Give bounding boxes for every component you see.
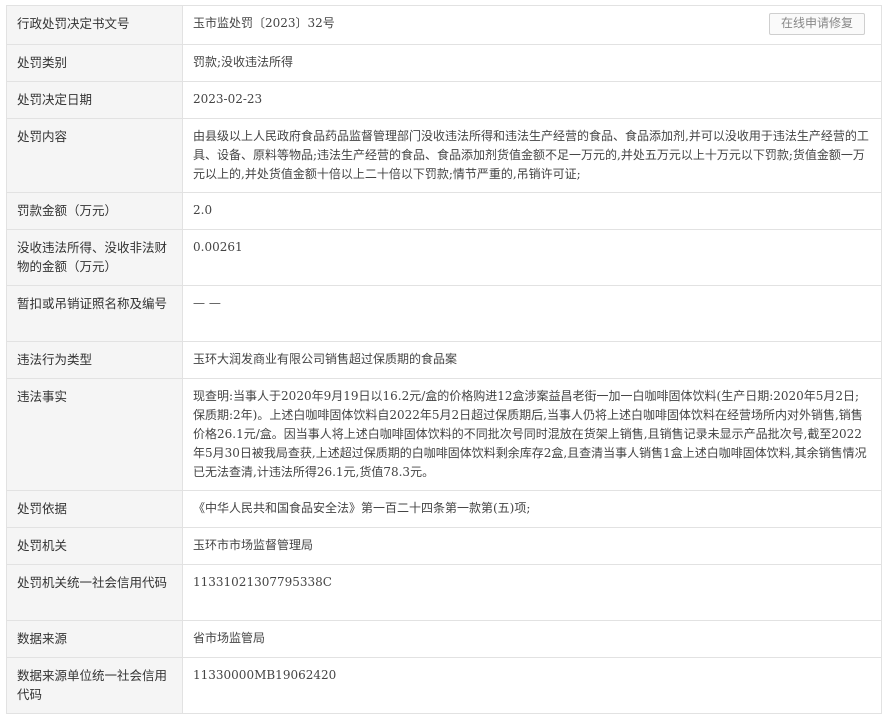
field-label-confiscated-amount: 没收违法所得、没收非法财物的金额（万元） (6, 229, 183, 286)
apply-repair-button[interactable]: 在线申请修复 (768, 13, 865, 35)
table-row: 处罚类别 罚款;没收违法所得 (6, 44, 882, 82)
field-value-data-source: 省市场监管局 (182, 620, 882, 658)
field-value-penalty-content: 由县级以上人民政府食品药品监督管理部门没收违法所得和违法生产经营的食品、食品添加… (182, 118, 882, 193)
table-row: 没收违法所得、没收非法财物的金额（万元） 0.00261 (6, 229, 882, 286)
field-value-license-revoked: — — (182, 285, 882, 342)
field-label-penalty-authority: 处罚机关 (6, 527, 183, 565)
field-label-data-source: 数据来源 (6, 620, 183, 658)
field-label-penalty-type: 处罚类别 (6, 44, 183, 82)
field-value-confiscated-amount: 0.00261 (182, 229, 882, 286)
field-value-decision-number-cell: 玉市监处罚〔2023〕32号 在线申请修复 (182, 5, 882, 45)
table-row: 处罚内容 由县级以上人民政府食品药品监督管理部门没收违法所得和违法生产经营的食品… (6, 118, 882, 193)
table-row: 暂扣或吊销证照名称及编号 — — (6, 285, 882, 342)
table-row: 违法行为类型 玉环大润发商业有限公司销售超过保质期的食品案 (6, 341, 882, 379)
table-row: 行政处罚决定书文号 玉市监处罚〔2023〕32号 在线申请修复 (6, 5, 882, 45)
field-value-penalty-basis: 《中华人民共和国食品安全法》第一百二十四条第一款第(五)项; (182, 490, 882, 528)
table-row: 处罚决定日期 2023-02-23 (6, 81, 882, 119)
field-value-authority-credit-code: 11331021307795338C (182, 564, 882, 621)
field-value-violation-type: 玉环大润发商业有限公司销售超过保质期的食品案 (182, 341, 882, 379)
field-label-violation-type: 违法行为类型 (6, 341, 183, 379)
field-label-license-revoked: 暂扣或吊销证照名称及编号 (6, 285, 183, 342)
table-row: 违法事实 现查明:当事人于2020年9月19日以16.2元/盒的价格购进12盒涉… (6, 378, 882, 491)
table-row: 处罚机关统一社会信用代码 11331021307795338C (6, 564, 882, 621)
field-value-source-credit-code: 11330000MB19062420 (182, 657, 882, 714)
field-label-decision-number: 行政处罚决定书文号 (6, 5, 183, 45)
field-value-decision-number: 玉市监处罚〔2023〕32号 (193, 16, 335, 30)
record-page: 信用中国 信用中国 信用中国 信用中国 信用中国 行政处罚决定书文号 玉市监处罚… (0, 0, 887, 714)
table-row: 数据来源 省市场监管局 (6, 620, 882, 658)
field-label-authority-credit-code: 处罚机关统一社会信用代码 (6, 564, 183, 621)
field-value-decision-date: 2023-02-23 (182, 81, 882, 119)
field-label-fine-amount: 罚款金额（万元） (6, 192, 183, 230)
field-label-decision-date: 处罚决定日期 (6, 81, 183, 119)
table-row: 数据来源单位统一社会信用代码 11330000MB19062420 (6, 657, 882, 714)
field-label-penalty-content: 处罚内容 (6, 118, 183, 193)
field-value-penalty-type: 罚款;没收违法所得 (182, 44, 882, 82)
field-value-penalty-authority: 玉环市市场监督管理局 (182, 527, 882, 565)
field-value-violation-facts: 现查明:当事人于2020年9月19日以16.2元/盒的价格购进12盒涉案益昌老街… (182, 378, 882, 491)
table-row: 处罚机关 玉环市市场监督管理局 (6, 527, 882, 565)
field-label-violation-facts: 违法事实 (6, 378, 183, 491)
field-label-source-credit-code: 数据来源单位统一社会信用代码 (6, 657, 183, 714)
field-label-penalty-basis: 处罚依据 (6, 490, 183, 528)
field-value-fine-amount: 2.0 (182, 192, 882, 230)
penalty-record-table: 行政处罚决定书文号 玉市监处罚〔2023〕32号 在线申请修复 处罚类别 罚款;… (6, 5, 882, 714)
table-row: 处罚依据 《中华人民共和国食品安全法》第一百二十四条第一款第(五)项; (6, 490, 882, 528)
table-row: 罚款金额（万元） 2.0 (6, 192, 882, 230)
